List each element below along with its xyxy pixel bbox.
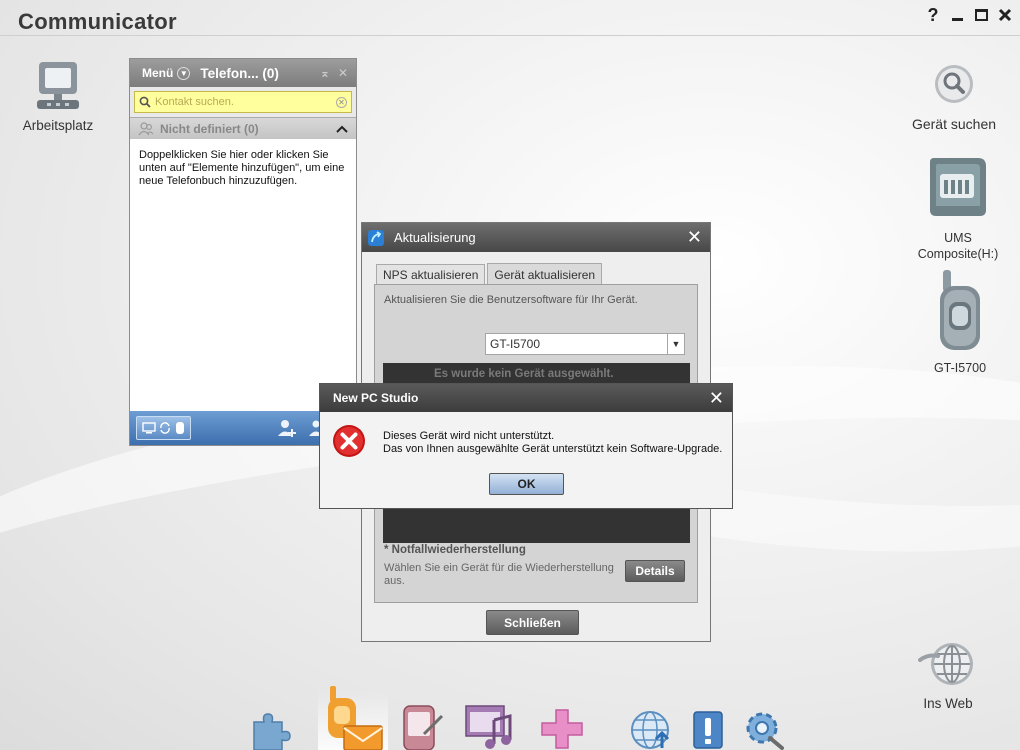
chevron-down-icon[interactable]: ▼: [177, 66, 191, 80]
dock-item-organizer[interactable]: [398, 704, 446, 750]
minimize-button[interactable]: [948, 5, 966, 25]
search-input[interactable]: [155, 96, 336, 108]
desktop-icon-label: Arbeitsplatz: [22, 118, 94, 133]
device-select[interactable]: GT-I5700 ▼: [485, 333, 685, 355]
close-icon[interactable]: ✕: [687, 227, 702, 248]
error-message-line1: Dieses Gerät wird nicht unterstützt.: [383, 430, 555, 442]
close-icon[interactable]: ✕: [338, 66, 348, 80]
contacts-group-icon: [138, 121, 154, 135]
schliessen-button[interactable]: Schließen: [486, 610, 579, 635]
dock-item-settings[interactable]: [742, 708, 786, 750]
details-button[interactable]: Details: [625, 560, 685, 582]
search-box: ✕: [134, 91, 352, 113]
globe-upload-icon: [631, 711, 670, 749]
phonebook-header: Menü ▼ Telefon... (0) ⌅ ✕: [130, 59, 356, 87]
desktop-icon-gt-i5700[interactable]: GT-I5700: [918, 270, 1002, 376]
contact-group-label: Nicht definiert (0): [160, 121, 259, 136]
ok-button[interactable]: OK: [489, 473, 564, 495]
tab-nps-aktualisieren[interactable]: NPS aktualisieren: [376, 264, 486, 285]
app-title: Communicator: [18, 9, 177, 34]
emergency-recovery-title: * Notfallwiederherstellung: [384, 544, 526, 556]
pda-icon: [403, 705, 444, 750]
close-button[interactable]: [996, 5, 1014, 25]
dock-item-info[interactable]: [690, 710, 726, 750]
desktop-icon-geraet-suchen[interactable]: Gerät suchen: [904, 64, 1004, 132]
help-button[interactable]: ?: [924, 5, 942, 25]
error-dialog-titlebar: New PC Studio ✕: [320, 384, 732, 412]
phonebook-menu[interactable]: Menü: [142, 66, 173, 80]
update-dialog-title: Aktualisierung: [394, 230, 476, 245]
phonebook-title: Telefon... (0): [200, 65, 279, 81]
clear-search-icon[interactable]: ✕: [336, 96, 347, 108]
desktop-icon-label: UMS Composite(H:): [917, 231, 999, 261]
memory-card-icon: [930, 158, 986, 216]
add-contact-icon[interactable]: [276, 417, 298, 439]
globe-icon: [918, 643, 973, 685]
desktop-icon-ums-composite[interactable]: UMS Composite(H:): [910, 154, 1006, 262]
sync-icon: [160, 422, 171, 434]
update-description: Aktualisieren Sie die Benutzersoftware f…: [384, 294, 638, 306]
desktop-icon-label: Ins Web: [923, 696, 973, 711]
chevron-down-icon[interactable]: ▼: [667, 334, 684, 354]
no-device-message: Es wurde kein Gerät ausgewählt.: [434, 368, 614, 380]
update-dialog-titlebar: Aktualisierung ✕: [362, 223, 710, 252]
desktop-icon-arbeitsplatz[interactable]: Arbeitsplatz: [18, 60, 98, 134]
phone-icon: [176, 422, 185, 434]
chevron-up-icon[interactable]: [336, 122, 348, 136]
window-controls: ?: [924, 5, 1014, 25]
phonebook-empty-hint[interactable]: Doppelklicken Sie hier oder klicken Sie …: [130, 139, 356, 198]
multimedia-icon: [465, 705, 512, 749]
emergency-recovery-description: Wählen Sie ein Gerät für die Wiederherst…: [384, 562, 614, 587]
computer-icon: [37, 62, 79, 109]
dock-item-web-update[interactable]: [630, 708, 674, 750]
update-tabs: NPS aktualisieren Gerät aktualisieren: [376, 263, 603, 285]
maximize-icon: [974, 9, 988, 21]
desktop-icon-label: GT-I5700: [933, 361, 987, 375]
phone-message-icon: [328, 686, 383, 750]
error-dialog-title: New PC Studio: [333, 391, 419, 405]
search-icon: [935, 65, 973, 103]
search-bar: ✕: [130, 87, 356, 117]
plus-icon: [541, 709, 583, 749]
dock-item-extensions[interactable]: [248, 706, 292, 750]
minimize-icon: [951, 17, 963, 21]
title-bar: Communicator ?: [0, 0, 1020, 36]
close-icon[interactable]: ✕: [709, 388, 724, 409]
dock-item-phone-messages[interactable]: [326, 686, 384, 750]
desktop-icon-label: Gerät suchen: [911, 116, 997, 132]
sync-device-button[interactable]: [136, 416, 191, 440]
computer-icon: [142, 422, 156, 434]
search-icon: [139, 96, 151, 108]
phone-icon: [940, 270, 980, 350]
close-icon: [998, 8, 1012, 22]
tab-geraet-aktualisieren[interactable]: Gerät aktualisieren: [487, 263, 603, 285]
maximize-button[interactable]: [972, 5, 990, 25]
update-app-icon: [368, 229, 384, 246]
collapse-icon[interactable]: ⌅: [320, 66, 330, 80]
dock-item-multimedia[interactable]: [464, 704, 514, 750]
error-message-line2: Das von Ihnen ausgewählte Gerät unterstü…: [383, 443, 723, 455]
puzzle-icon: [253, 713, 291, 750]
alert-icon: [693, 711, 723, 749]
device-select-value: GT-I5700: [490, 337, 541, 351]
contact-group-header[interactable]: Nicht definiert (0): [130, 117, 356, 139]
gear-icon: [746, 712, 784, 750]
desktop-icon-ins-web[interactable]: Ins Web: [906, 640, 990, 712]
dock-item-add[interactable]: [540, 708, 584, 750]
error-icon: [333, 425, 365, 457]
error-dialog: New PC Studio ✕ Dieses Gerät wird nicht …: [319, 383, 733, 509]
